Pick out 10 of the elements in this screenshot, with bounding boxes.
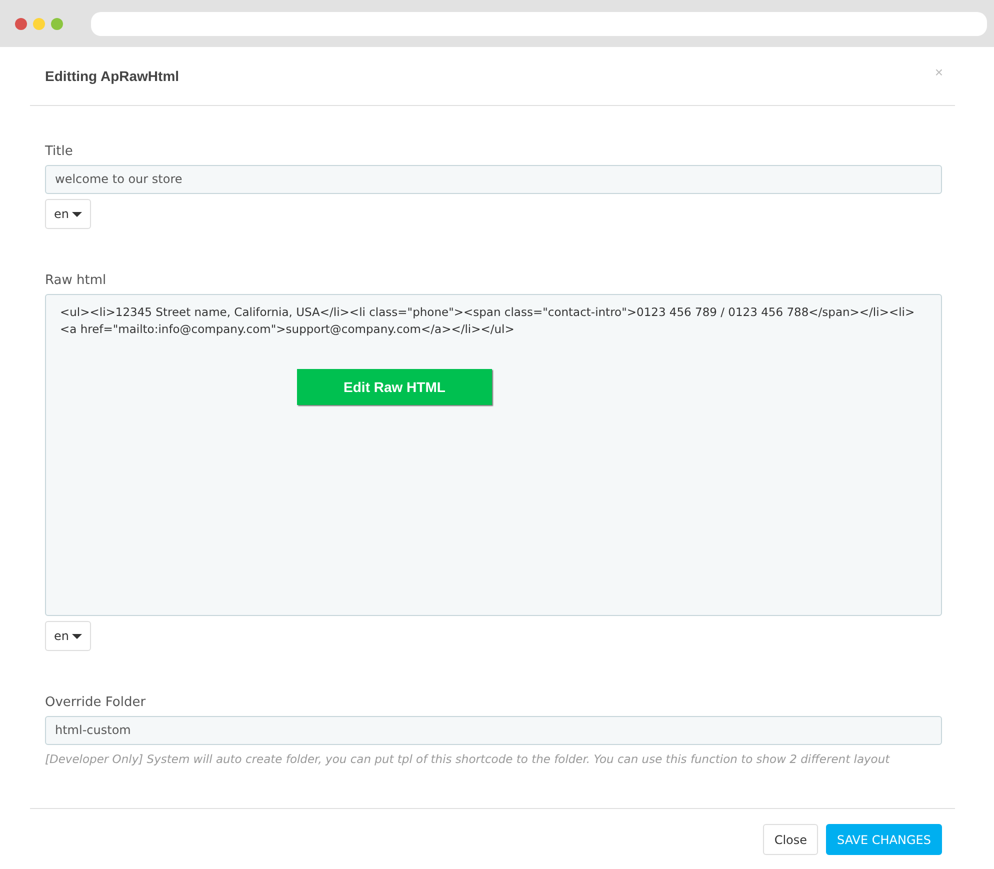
field-label: Raw html — [45, 273, 108, 288]
text-field[interactable]: welcome to our store — [45, 165, 942, 194]
text-field[interactable]: html-custom — [45, 716, 942, 745]
field-label: Override Folder — [45, 695, 147, 710]
language-dropdown[interactable]: en — [45, 621, 91, 651]
modal-title: Editting ApRawHtml — [45, 68, 180, 84]
help-text: [Developer Only] System will auto create folder, you can put tpl of this shortcode to the folder. You can use this function to show 2 different layout — [45, 752, 891, 766]
field-label: Title — [45, 144, 74, 159]
close-button[interactable]: Close — [763, 824, 818, 855]
language-dropdown[interactable]: en — [45, 199, 91, 229]
